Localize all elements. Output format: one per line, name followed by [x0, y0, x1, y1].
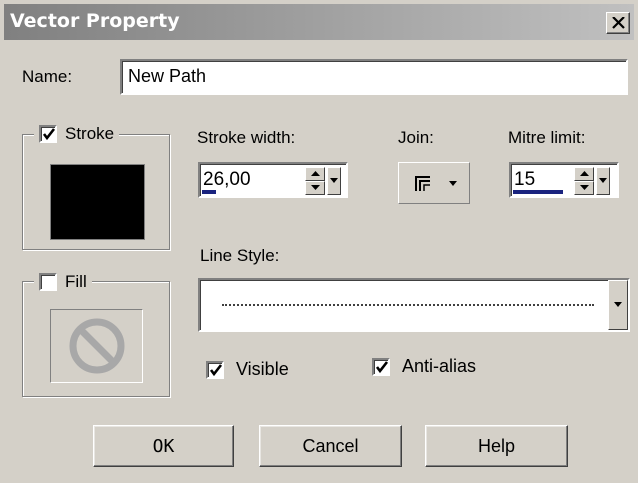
- stroke-width-field[interactable]: 26,00: [198, 162, 348, 198]
- stroke-width-label: Stroke width:: [197, 128, 296, 147]
- chevron-down-icon: [614, 302, 622, 307]
- stroke-width-slider-bar: [202, 190, 216, 194]
- mitre-limit-label: Mitre limit:: [508, 128, 586, 147]
- line-style-label: Line Style:: [200, 246, 280, 265]
- line-style-dropdown[interactable]: [198, 278, 630, 332]
- anti-alias-label: Anti-alias: [402, 356, 477, 376]
- stroke-width-down-button[interactable]: [305, 181, 325, 195]
- stroke-checkbox[interactable]: [39, 125, 57, 143]
- arrow-down-icon: [311, 185, 320, 190]
- vector-property-dialog: Vector Property Name: New Path Stroke Fi…: [0, 0, 638, 483]
- close-icon: [612, 17, 625, 29]
- mitre-limit-spinner[interactable]: [574, 167, 594, 195]
- fill-legend: Fill: [34, 270, 92, 294]
- chevron-down-icon: [599, 178, 607, 183]
- stroke-width-value: 26,00: [203, 169, 251, 190]
- arrow-down-icon: [580, 185, 589, 190]
- mitre-limit-value: 15: [514, 169, 536, 190]
- miter-join-icon: [415, 176, 430, 191]
- fill-checkbox[interactable]: [39, 273, 57, 291]
- ok-button[interactable]: OK: [93, 425, 234, 467]
- help-button[interactable]: Help: [425, 425, 568, 467]
- no-fill-icon: [69, 318, 124, 374]
- name-value: New Path: [128, 66, 207, 86]
- stroke-legend: Stroke: [34, 122, 120, 146]
- cancel-button[interactable]: Cancel: [259, 425, 402, 467]
- stroke-width-up-button[interactable]: [305, 167, 325, 181]
- visible-option[interactable]: Visible: [206, 359, 289, 380]
- arrow-up-icon: [311, 171, 320, 176]
- fill-color-swatch[interactable]: [50, 309, 143, 383]
- title-bar: Vector Property: [4, 4, 634, 40]
- join-dropdown[interactable]: [398, 162, 470, 204]
- checkmark-icon: [209, 363, 223, 376]
- mitre-limit-field[interactable]: 15: [509, 162, 619, 198]
- stroke-width-spinner[interactable]: [305, 167, 325, 195]
- stroke-label: Stroke: [65, 124, 115, 143]
- mitre-limit-dropdown-button[interactable]: [596, 167, 610, 195]
- window-title: Vector Property: [10, 10, 180, 32]
- stroke-color-swatch[interactable]: [50, 164, 145, 240]
- visible-label: Visible: [236, 359, 289, 379]
- join-label: Join:: [398, 128, 434, 147]
- arrow-up-icon: [580, 171, 589, 176]
- chevron-down-icon: [330, 178, 338, 183]
- close-button[interactable]: [606, 12, 630, 34]
- mitre-limit-slider-bar: [513, 190, 563, 194]
- fill-label: Fill: [65, 272, 87, 291]
- anti-alias-option[interactable]: Anti-alias: [372, 356, 476, 377]
- stroke-width-dropdown-button[interactable]: [327, 167, 341, 195]
- mitre-limit-up-button[interactable]: [574, 167, 594, 181]
- dotted-line-preview: [222, 304, 594, 306]
- name-field[interactable]: New Path: [120, 59, 628, 95]
- checkmark-icon: [375, 360, 389, 373]
- name-label: Name:: [22, 67, 73, 86]
- visible-checkbox[interactable]: [206, 360, 224, 379]
- line-style-dropdown-button[interactable]: [608, 280, 628, 330]
- mitre-limit-down-button[interactable]: [574, 181, 594, 195]
- checkmark-icon: [42, 128, 56, 141]
- chevron-down-icon: [449, 181, 457, 186]
- anti-alias-checkbox[interactable]: [372, 357, 390, 376]
